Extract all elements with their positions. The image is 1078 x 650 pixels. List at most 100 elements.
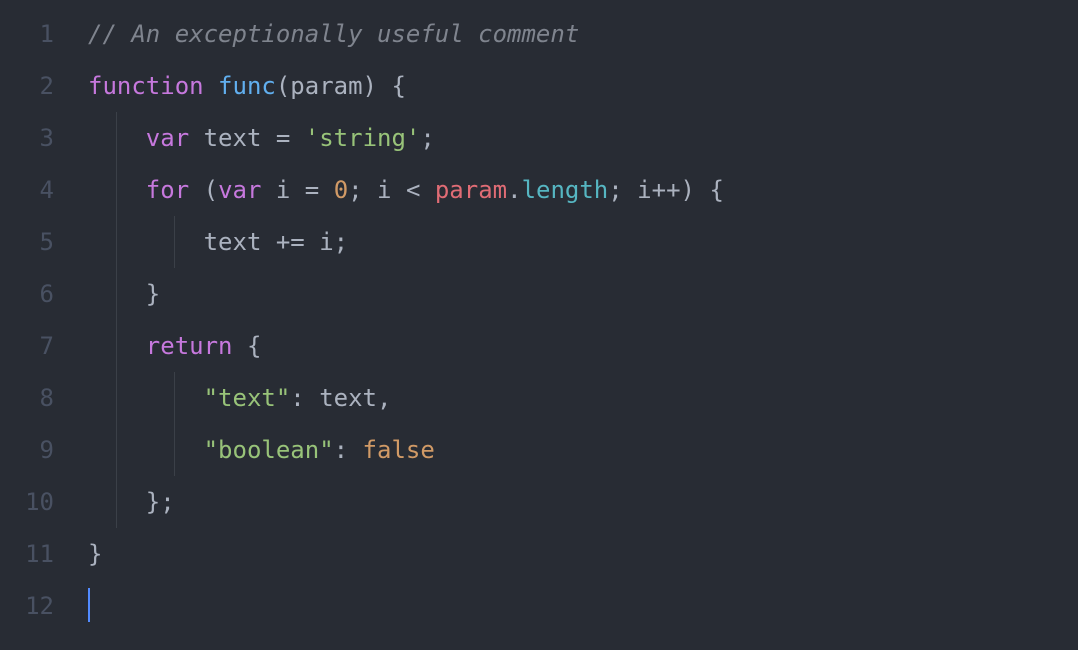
- code-token: text: [204, 124, 262, 152]
- code-line-content: function func(param) {: [88, 72, 406, 100]
- code-token: function: [88, 72, 204, 100]
- code-line-content: for (var i = 0; i < param.length; i++) {: [88, 176, 724, 204]
- code-line[interactable]: "boolean": false: [88, 424, 1078, 476]
- code-line[interactable]: }: [88, 268, 1078, 320]
- code-line[interactable]: function func(param) {: [88, 60, 1078, 112]
- code-token: [695, 176, 709, 204]
- line-number: 4: [0, 164, 54, 216]
- code-token: ;: [420, 124, 434, 152]
- line-number: 1: [0, 8, 54, 60]
- code-token: var: [146, 124, 189, 152]
- code-token: [189, 176, 203, 204]
- code-token: i: [319, 228, 333, 256]
- code-token: 'string': [305, 124, 421, 152]
- code-area[interactable]: // An exceptionally useful comment functi…: [68, 8, 1078, 650]
- code-token: [377, 72, 391, 100]
- code-line-content: "boolean": false: [88, 436, 435, 464]
- indent-guide: [116, 164, 117, 216]
- code-token: i: [377, 176, 391, 204]
- code-token: var: [218, 176, 261, 204]
- code-token: ;: [608, 176, 622, 204]
- code-token: ++: [652, 176, 681, 204]
- code-token: i: [637, 176, 651, 204]
- line-number: 10: [0, 476, 54, 528]
- code-token: // An exceptionally useful comment: [88, 20, 579, 48]
- text-cursor: [88, 588, 90, 622]
- code-token: [392, 176, 406, 204]
- code-editor[interactable]: 123456789101112 // An exceptionally usef…: [0, 0, 1078, 650]
- code-token: =: [276, 124, 290, 152]
- indent-guide: [116, 372, 117, 424]
- code-token: text: [319, 384, 377, 412]
- code-token: :: [290, 384, 304, 412]
- line-number: 8: [0, 372, 54, 424]
- code-line-content: }: [88, 540, 102, 568]
- code-line[interactable]: return {: [88, 320, 1078, 372]
- code-token: param: [435, 176, 507, 204]
- indent-guide: [116, 216, 117, 268]
- line-number: 9: [0, 424, 54, 476]
- code-line-content: "text": text,: [88, 384, 391, 412]
- code-token: i: [276, 176, 290, 204]
- code-token: "boolean": [204, 436, 334, 464]
- code-token: [204, 72, 218, 100]
- line-number: 11: [0, 528, 54, 580]
- code-token: [305, 384, 319, 412]
- code-token: {: [709, 176, 723, 204]
- code-line-content: }: [88, 280, 160, 308]
- code-token: }: [88, 540, 102, 568]
- line-number: 6: [0, 268, 54, 320]
- code-line[interactable]: }: [88, 528, 1078, 580]
- code-line[interactable]: for (var i = 0; i < param.length; i++) {: [88, 164, 1078, 216]
- code-token: }: [146, 280, 160, 308]
- indent-guide: [116, 320, 117, 372]
- line-number: 7: [0, 320, 54, 372]
- code-token: [420, 176, 434, 204]
- code-line[interactable]: };: [88, 476, 1078, 528]
- indent-guide: [174, 216, 175, 268]
- code-line[interactable]: [88, 580, 1078, 632]
- code-line-content: var text = 'string';: [88, 124, 435, 152]
- code-token: param: [290, 72, 362, 100]
- code-line-content: [88, 592, 90, 620]
- code-token: [261, 176, 275, 204]
- code-token: {: [247, 332, 261, 360]
- line-number: 3: [0, 112, 54, 164]
- code-line-content: return {: [88, 332, 261, 360]
- code-line[interactable]: var text = 'string';: [88, 112, 1078, 164]
- indent-guide: [116, 424, 117, 476]
- code-token: [290, 124, 304, 152]
- code-token: [319, 176, 333, 204]
- code-token: ): [363, 72, 377, 100]
- code-token: <: [406, 176, 420, 204]
- code-token: false: [363, 436, 435, 464]
- code-line-content: text += i;: [88, 228, 348, 256]
- code-token: ;: [160, 488, 174, 516]
- code-token: [189, 124, 203, 152]
- line-number: 5: [0, 216, 54, 268]
- indent-guide: [174, 372, 175, 424]
- code-line[interactable]: // An exceptionally useful comment: [88, 8, 1078, 60]
- code-token: [261, 124, 275, 152]
- code-token: (: [204, 176, 218, 204]
- code-line-content: // An exceptionally useful comment: [88, 20, 579, 48]
- code-token: ): [681, 176, 695, 204]
- code-token: +=: [276, 228, 305, 256]
- line-number-gutter: 123456789101112: [0, 8, 68, 650]
- indent-guide: [116, 268, 117, 320]
- code-token: return: [146, 332, 233, 360]
- code-line-content: };: [88, 488, 175, 516]
- code-token: }: [146, 488, 160, 516]
- code-token: [261, 228, 275, 256]
- indent-guide: [116, 476, 117, 528]
- code-token: [348, 436, 362, 464]
- code-line[interactable]: text += i;: [88, 216, 1078, 268]
- code-token: ;: [348, 176, 362, 204]
- code-token: text: [204, 228, 262, 256]
- line-number: 12: [0, 580, 54, 632]
- code-token: ;: [334, 228, 348, 256]
- indent-guide: [116, 112, 117, 164]
- code-line[interactable]: "text": text,: [88, 372, 1078, 424]
- code-token: (: [276, 72, 290, 100]
- code-token: [233, 332, 247, 360]
